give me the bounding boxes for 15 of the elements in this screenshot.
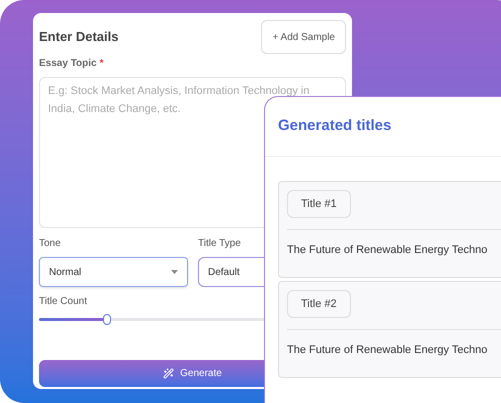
field-label: Title Type [198, 237, 241, 251]
field-label: Tone [39, 237, 62, 251]
title-text: The Future of Renewable Energy Techno [287, 243, 488, 258]
magic-wand-icon [163, 368, 174, 379]
card-title: Enter Details [39, 28, 118, 46]
field-label: Title Count [39, 295, 87, 309]
title-text: The Future of Renewable Energy Techno [287, 343, 488, 358]
add-sample-button[interactable]: + Add Sample [261, 20, 346, 54]
title-tag: Title #2 [287, 290, 351, 318]
required-mark: * [100, 57, 104, 71]
caret-icon [171, 270, 178, 274]
tone-select[interactable]: Normal [39, 257, 188, 287]
title-tag: Title #1 [287, 190, 351, 218]
field-label: Essay Topic [39, 57, 97, 71]
slider-thumb[interactable] [102, 314, 111, 325]
